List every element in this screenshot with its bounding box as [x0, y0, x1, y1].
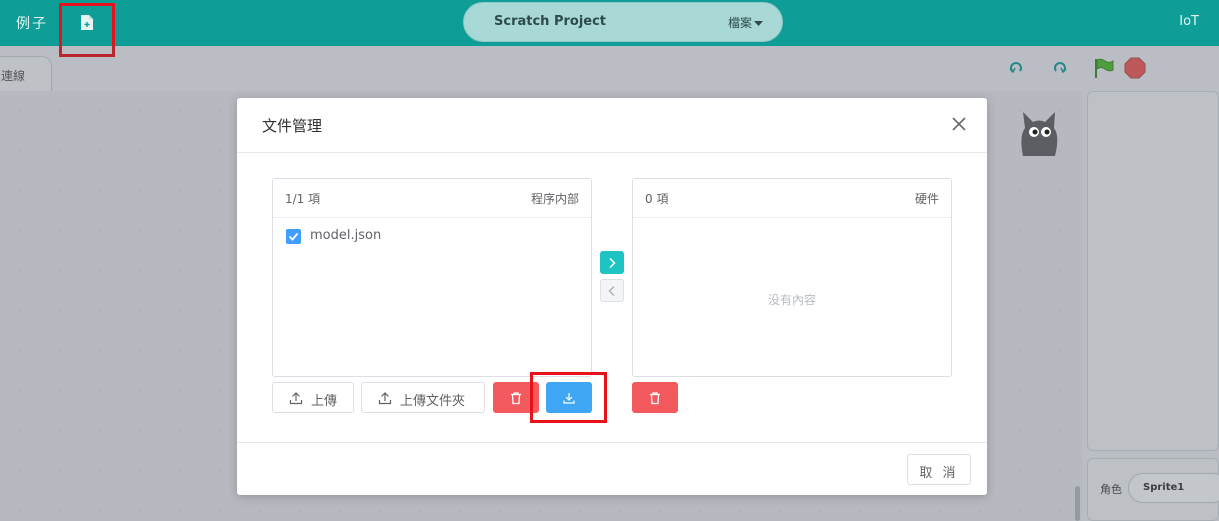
cancel-button[interactable]: 取 消	[907, 454, 971, 485]
upload-icon	[378, 392, 392, 405]
file-name: model.json	[310, 228, 382, 243]
hardware-panel-header: 0 項 硬件	[633, 179, 951, 218]
transfer-left-button[interactable]	[600, 279, 624, 302]
chevron-left-icon	[608, 285, 615, 296]
caret-down-icon	[754, 21, 764, 26]
file-menu[interactable]: 檔案	[728, 14, 764, 31]
sprite-cat-icon	[1017, 106, 1061, 160]
delete-hardware-files-button[interactable]	[632, 382, 678, 413]
program-item-count: 1/1 項	[285, 192, 321, 206]
close-icon[interactable]	[949, 114, 969, 134]
empty-state-text: 没有內容	[767, 293, 816, 307]
dialog-title: 文件管理	[262, 117, 323, 135]
upload-folder-button[interactable]: 上傳文件夾	[361, 382, 485, 413]
program-panel-title: 程序内部	[530, 192, 579, 206]
program-panel-header: 1/1 項 程序内部	[273, 179, 591, 218]
upload-button-label: 上傳	[311, 394, 338, 409]
hardware-panel: 0 項 硬件 没有內容	[632, 178, 952, 377]
chevron-right-icon	[609, 257, 616, 268]
top-menu-bar: 例子 Scratch Project 檔案 IoT	[0, 0, 1219, 46]
iot-menu[interactable]: IoT	[1179, 14, 1199, 29]
project-title-bar: Scratch Project 檔案	[463, 2, 783, 42]
upload-icon	[289, 392, 303, 405]
examples-menu[interactable]: 例子	[16, 13, 48, 33]
program-panel: 1/1 項 程序内部 model.json	[272, 178, 592, 377]
project-title[interactable]: Scratch Project	[494, 14, 606, 29]
file-menu-label: 檔案	[728, 16, 753, 30]
checkbox-checked[interactable]	[286, 229, 301, 244]
hardware-panel-title: 硬件	[914, 192, 939, 206]
hardware-item-count: 0 項	[645, 192, 669, 206]
trash-icon	[511, 391, 521, 404]
upload-folder-button-label: 上傳文件夾	[400, 394, 466, 409]
trash-icon	[650, 391, 660, 404]
upload-button[interactable]: 上傳	[272, 382, 354, 413]
highlight-annotation-download	[530, 372, 607, 423]
file-manager-dialog: 文件管理 1/1 項 程序内部 model.json 0 項 硬件 没有內容 上	[237, 98, 987, 495]
dialog-footer: 取 消	[237, 442, 987, 495]
dialog-header: 文件管理	[237, 98, 987, 153]
transfer-right-button[interactable]	[600, 251, 624, 274]
